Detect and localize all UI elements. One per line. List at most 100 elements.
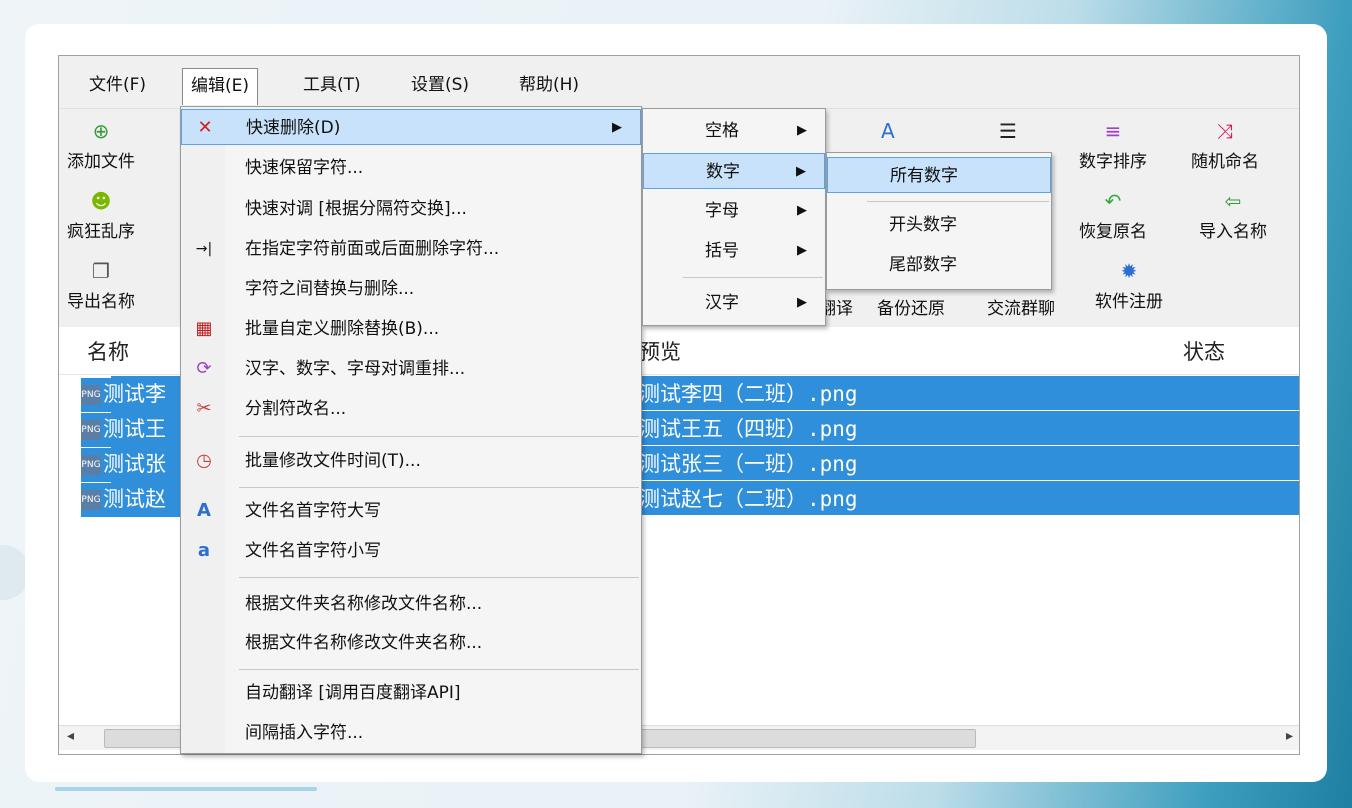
chat-group-button[interactable]: 交流群聊 <box>987 294 1055 319</box>
menu-item-delete-before-after[interactable]: →| 在指定字符前面或后面删除字符... <box>181 231 641 267</box>
register-button[interactable]: ✹ 软件注册 <box>1095 259 1163 312</box>
menu-item-lowercase-first[interactable]: a 文件名首字符小写 <box>181 533 641 569</box>
export-icon: ❐ <box>92 259 110 283</box>
menu-item-rename-folder-by-file[interactable]: 根据文件名称修改文件夹名称... <box>181 625 641 661</box>
restore-name-button[interactable]: ↶ 恢复原名 <box>1079 189 1147 242</box>
chat-group-label: 交流群聊 <box>987 299 1055 319</box>
submenu-item-label: 数字 <box>706 162 740 182</box>
menu-item-label: 间隔插入字符... <box>245 723 364 743</box>
column-preview[interactable]: 预览 <box>639 336 681 366</box>
menu-item-reorder-chars[interactable]: ⟳ 汉字、数字、字母对调重排... <box>181 351 641 387</box>
menu-item-auto-translate[interactable]: 自动翻译 [调用百度翻译API] <box>181 675 641 711</box>
digit-sort-button[interactable]: ≡ 数字排序 <box>1079 119 1147 172</box>
png-file-icon: PNG <box>81 385 101 405</box>
numbering-tool[interactable]: ☰ <box>999 119 1017 147</box>
submenu-item-label: 字母 <box>705 201 739 221</box>
random-shuffle-button[interactable]: ☻ 疯狂乱序 <box>67 189 135 242</box>
menu-file[interactable]: 文件(F) <box>81 68 154 102</box>
add-file-icon: ⊕ <box>92 119 110 143</box>
menu-item-label: 分割符改名... <box>245 399 347 419</box>
menu-item-label: 根据文件名称修改文件夹名称... <box>245 633 483 653</box>
truncated-tool-1[interactable]: A <box>881 119 895 147</box>
menu-settings[interactable]: 设置(S) <box>403 68 477 102</box>
menu-item-change-file-time[interactable]: ◷ 批量修改文件时间(T)... <box>181 443 641 479</box>
column-name[interactable]: 名称 <box>87 336 129 366</box>
submenu-item-label: 空格 <box>705 121 739 141</box>
restore-name-label: 恢复原名 <box>1079 222 1147 242</box>
submenu-item-all-digits[interactable]: 所有数字 <box>827 157 1051 193</box>
submenu-item-trailing-digits[interactable]: 尾部数字 <box>827 247 1051 283</box>
quick-delete-submenu: 空格 ▶ 数字 ▶ 字母 ▶ 括号 ▶ 汉字 ▶ <box>642 108 826 326</box>
lowercase-a-icon: a <box>197 540 211 561</box>
menu-item-swap-by-separator[interactable]: 快速对调 [根据分隔符交换]... <box>181 191 641 227</box>
register-label: 软件注册 <box>1095 292 1163 312</box>
menu-help[interactable]: 帮助(H) <box>511 68 587 102</box>
menu-item-label: 批量修改文件时间(T)... <box>245 451 421 471</box>
digits-submenu: 所有数字 开头数字 尾部数字 <box>826 152 1052 290</box>
png-file-icon: PNG <box>81 420 101 440</box>
import-names-button[interactable]: ⇦ 导入名称 <box>1199 189 1267 242</box>
submenu-item-brackets[interactable]: 括号 ▶ <box>643 233 825 269</box>
menu-item-rename-by-folder[interactable]: 根据文件夹名称修改文件名称... <box>181 586 641 622</box>
menu-item-label: 文件名首字符小写 <box>245 541 381 561</box>
submenu-arrow-icon: ▶ <box>797 243 807 258</box>
submenu-item-chinese[interactable]: 汉字 ▶ <box>643 285 825 321</box>
backup-restore-label: 备份还原 <box>877 299 945 319</box>
preview-cell: 测试张三（一班）.png <box>639 452 858 476</box>
menu-item-label: 快速对调 [根据分隔符交换]... <box>245 199 467 219</box>
menu-item-quick-delete[interactable]: ✕ 快速删除(D) ▶ <box>181 109 641 145</box>
decor-underline <box>55 787 317 791</box>
menu-item-replace-between[interactable]: 字符之间替换与删除... <box>181 271 641 307</box>
submenu-arrow-icon: ▶ <box>797 123 807 138</box>
menu-item-capitalize-first[interactable]: A 文件名首字符大写 <box>181 493 641 529</box>
png-file-icon: PNG <box>81 455 101 475</box>
calendar-delete-icon: ▦ <box>195 318 213 339</box>
digit-sort-label: 数字排序 <box>1079 152 1147 172</box>
menu-item-keep-chars[interactable]: 快速保留字符... <box>181 150 641 186</box>
submenu-arrow-icon: ▶ <box>796 164 806 179</box>
menu-edit[interactable]: 编辑(E) <box>182 68 259 105</box>
add-file-button[interactable]: ⊕ 添加文件 <box>67 119 135 172</box>
sort-lines-icon: ≡ <box>1104 119 1122 143</box>
menu-separator <box>239 577 639 578</box>
menu-item-label: 在指定字符前面或后面删除字符... <box>245 239 500 259</box>
clock-icon: ◷ <box>196 450 212 471</box>
menu-separator <box>239 669 639 670</box>
submenu-item-digits[interactable]: 数字 ▶ <box>643 153 825 189</box>
export-names-button[interactable]: ❐ 导出名称 <box>67 259 135 312</box>
menu-separator <box>683 277 823 278</box>
delete-x-icon: ✕ <box>197 117 213 138</box>
menu-item-label: 批量自定义删除替换(B)... <box>245 319 440 339</box>
preview-cell: 测试赵七（二班）.png <box>639 487 858 511</box>
numbered-list-icon: ☰ <box>999 119 1017 143</box>
add-file-label: 添加文件 <box>67 152 135 172</box>
menu-item-separator-rename[interactable]: ✂ 分割符改名... <box>181 391 641 427</box>
text-style-icon: A <box>881 119 895 143</box>
menu-separator <box>239 487 639 488</box>
submenu-arrow-icon: ▶ <box>612 120 622 135</box>
shuffle-icon: ⤨ <box>1217 119 1233 143</box>
menu-item-label: 自动翻译 [调用百度翻译API] <box>245 683 461 703</box>
submenu-item-letters[interactable]: 字母 ▶ <box>643 193 825 229</box>
uppercase-a-icon: A <box>197 500 211 521</box>
submenu-arrow-icon: ▶ <box>797 203 807 218</box>
scroll-left-icon[interactable]: ◂ <box>67 728 74 744</box>
name-text: 测试张 <box>103 452 166 476</box>
import-names-label: 导入名称 <box>1199 222 1267 242</box>
column-status[interactable]: 状态 <box>1183 336 1225 366</box>
gear-icon: ✹ <box>1120 259 1138 283</box>
random-name-button[interactable]: ⤨ 随机命名 <box>1191 119 1259 172</box>
submenu-item-leading-digits[interactable]: 开头数字 <box>827 207 1051 243</box>
menu-item-label: 字符之间替换与删除... <box>245 279 415 299</box>
backup-restore-button[interactable]: 备份还原 <box>877 294 945 319</box>
menu-tools[interactable]: 工具(T) <box>295 68 369 102</box>
submenu-item-label: 开头数字 <box>889 215 957 235</box>
scroll-right-icon[interactable]: ▸ <box>1286 728 1293 744</box>
menu-item-label: 文件名首字符大写 <box>245 501 381 521</box>
undo-icon: ↶ <box>1104 189 1122 213</box>
name-text: 测试李 <box>103 382 166 406</box>
submenu-arrow-icon: ▶ <box>797 295 807 310</box>
menu-item-batch-custom-replace[interactable]: ▦ 批量自定义删除替换(B)... <box>181 311 641 347</box>
menu-item-interval-insert[interactable]: 间隔插入字符... <box>181 715 641 751</box>
submenu-item-space[interactable]: 空格 ▶ <box>643 113 825 149</box>
